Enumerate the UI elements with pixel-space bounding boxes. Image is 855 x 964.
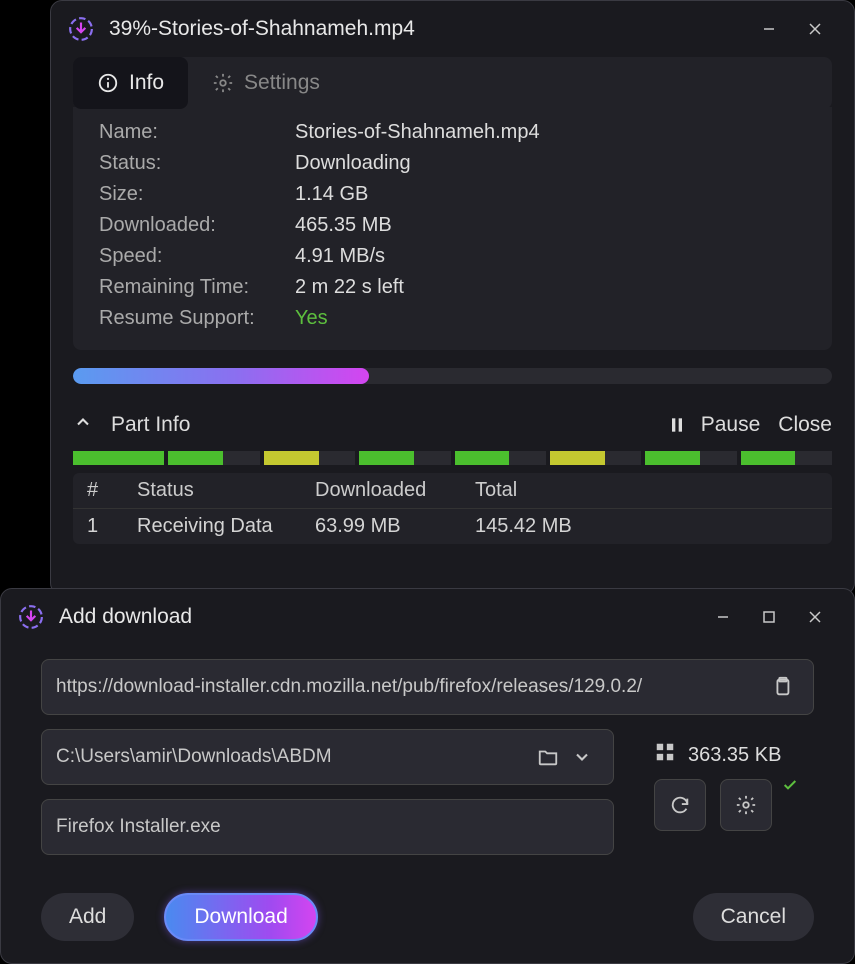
chevron-down-icon[interactable] xyxy=(565,747,599,767)
col-num: # xyxy=(87,479,137,502)
progress-bar xyxy=(73,368,832,384)
col-total: Total xyxy=(475,479,818,502)
download-progress-window: 39%-Stories-of-Shahnameh.mp4 Info Settin… xyxy=(50,0,855,595)
downloaded-label: Downloaded: xyxy=(99,214,295,237)
tab-info[interactable]: Info xyxy=(73,57,188,109)
speed-value: 4.91 MB/s xyxy=(295,245,385,268)
add-button[interactable]: Add xyxy=(41,893,134,941)
resume-label: Resume Support: xyxy=(99,307,295,330)
cell-total: 145.42 MB xyxy=(475,515,818,538)
url-input[interactable]: https://download-installer.cdn.mozilla.n… xyxy=(41,659,814,715)
cancel-label: Cancel xyxy=(721,905,786,929)
minimize-button[interactable] xyxy=(700,597,746,637)
downloaded-value: 465.35 MB xyxy=(295,214,392,237)
filename-value: Firefox Installer.exe xyxy=(56,816,599,838)
maximize-button[interactable] xyxy=(746,597,792,637)
file-size: 363.35 KB xyxy=(688,744,781,767)
status-value: Downloading xyxy=(295,152,411,175)
app-icon xyxy=(67,15,95,43)
tab-info-label: Info xyxy=(129,71,164,95)
folder-icon[interactable] xyxy=(531,746,565,768)
category-icon xyxy=(654,741,676,769)
filename-input[interactable]: Firefox Installer.exe xyxy=(41,799,614,855)
close-button[interactable] xyxy=(792,597,838,637)
refresh-button[interactable] xyxy=(654,779,706,831)
add-download-window: Add download https://download-installer.… xyxy=(0,588,855,964)
cancel-button[interactable]: Cancel xyxy=(693,893,814,941)
download-label: Download xyxy=(194,905,287,929)
speed-label: Speed: xyxy=(99,245,295,268)
resume-value: Yes xyxy=(295,307,328,330)
download-button[interactable]: Download xyxy=(164,893,317,941)
path-input[interactable]: C:\Users\amir\Downloads\ABDM xyxy=(41,729,614,785)
app-icon xyxy=(17,603,45,631)
check-icon xyxy=(782,777,798,796)
close-label: Close xyxy=(778,413,832,437)
name-value: Stories-of-Shahnameh.mp4 xyxy=(295,121,540,144)
cell-num: 1 xyxy=(87,515,137,538)
col-downloaded: Downloaded xyxy=(315,479,475,502)
url-value: https://download-installer.cdn.mozilla.n… xyxy=(56,676,765,698)
name-label: Name: xyxy=(99,121,295,144)
info-panel: Name:Stories-of-Shahnameh.mp4 Status:Dow… xyxy=(73,107,832,350)
settings-button[interactable] xyxy=(720,779,772,831)
pause-label: Pause xyxy=(701,413,761,437)
titlebar: 39%-Stories-of-Shahnameh.mp4 xyxy=(51,1,854,57)
tab-settings-label: Settings xyxy=(244,71,320,95)
close-download-button[interactable]: Close xyxy=(778,413,832,437)
add-label: Add xyxy=(69,905,106,929)
cell-downloaded: 63.99 MB xyxy=(315,515,475,538)
window-title: Add download xyxy=(59,605,192,629)
cell-status: Receiving Data xyxy=(137,515,315,538)
progress-fill xyxy=(73,368,369,384)
clipboard-icon[interactable] xyxy=(765,676,799,698)
part-info-toggle[interactable]: Part Info xyxy=(111,413,190,437)
size-label: Size: xyxy=(99,183,295,206)
minimize-button[interactable] xyxy=(746,9,792,49)
tabs: Info Settings xyxy=(73,57,832,109)
table-row[interactable]: 1 Receiving Data 63.99 MB 145.42 MB xyxy=(73,509,832,544)
path-value: C:\Users\amir\Downloads\ABDM xyxy=(56,746,531,768)
col-status: Status xyxy=(137,479,315,502)
close-button[interactable] xyxy=(792,9,838,49)
titlebar: Add download xyxy=(1,589,854,645)
remaining-value: 2 m 22 s left xyxy=(295,276,404,299)
tab-settings[interactable]: Settings xyxy=(188,57,344,109)
chevron-up-icon[interactable] xyxy=(73,412,93,437)
status-label: Status: xyxy=(99,152,295,175)
window-title: 39%-Stories-of-Shahnameh.mp4 xyxy=(109,17,415,41)
segment-bar xyxy=(73,451,832,465)
pause-button[interactable]: Pause xyxy=(667,413,761,437)
size-value: 1.14 GB xyxy=(295,183,368,206)
parts-table: # Status Downloaded Total 1 Receiving Da… xyxy=(73,473,832,544)
remaining-label: Remaining Time: xyxy=(99,276,295,299)
